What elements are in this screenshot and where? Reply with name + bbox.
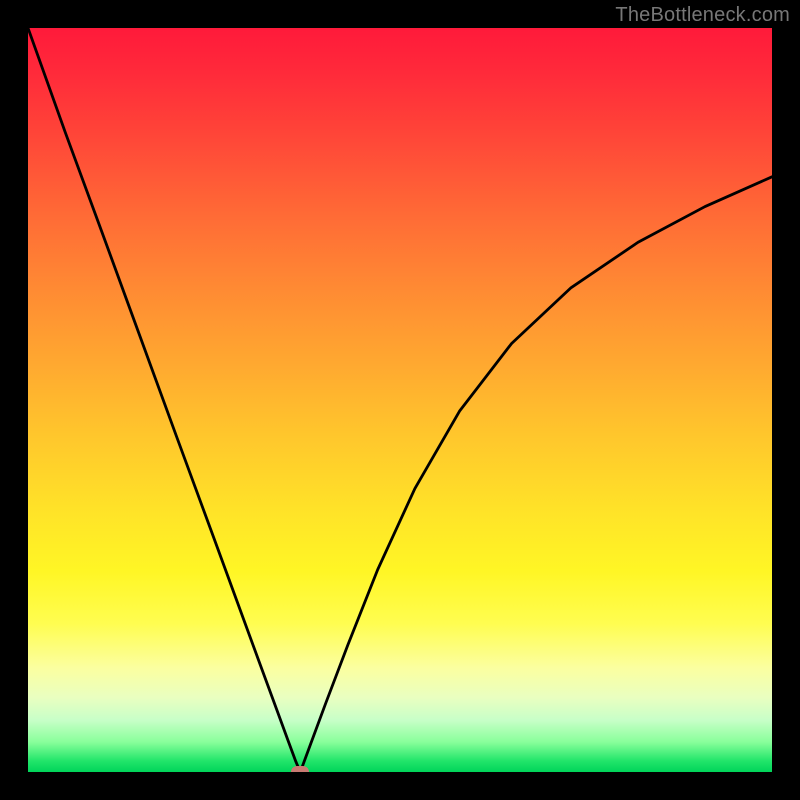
optimal-point-marker <box>291 766 309 772</box>
outer-frame: TheBottleneck.com <box>0 0 800 800</box>
watermark-text: TheBottleneck.com <box>615 4 790 27</box>
bottleneck-curve <box>28 28 772 772</box>
plot-area <box>28 28 772 772</box>
